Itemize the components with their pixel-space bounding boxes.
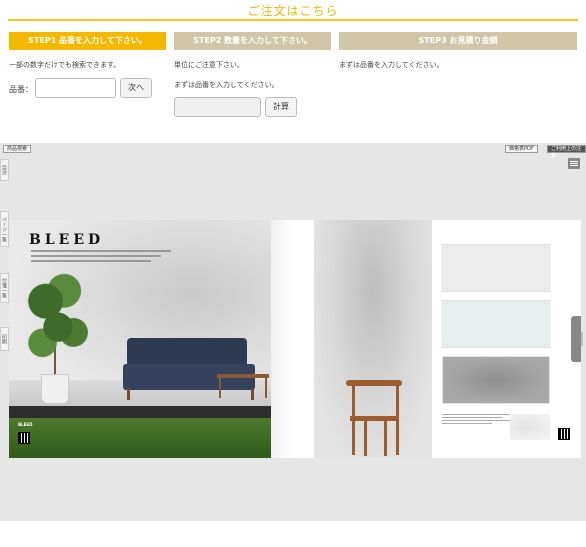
step3-note: まずは品番を入力してください。 bbox=[339, 61, 444, 69]
catalog-left-page: BLEED BLEED bbox=[9, 220, 271, 458]
table-leg bbox=[219, 376, 221, 398]
catalog-body-text bbox=[31, 250, 171, 264]
sofa-leg bbox=[251, 388, 254, 400]
plant-image bbox=[27, 270, 89, 374]
order-title-underline bbox=[8, 19, 578, 21]
chair-leg bbox=[352, 383, 355, 455]
price-pdf-button[interactable]: 価格表PDF bbox=[505, 145, 538, 153]
usage-notice-button[interactable]: ご利用上の注意 bbox=[547, 145, 586, 159]
texture-sample-image bbox=[510, 414, 550, 440]
grass-image bbox=[9, 418, 271, 458]
order-title: ご注文はこちら bbox=[247, 4, 339, 18]
sidetab-print[interactable]: 印刷 bbox=[0, 327, 9, 351]
table-leg bbox=[265, 376, 267, 398]
sidetab-contents[interactable]: 目次 bbox=[0, 159, 9, 181]
chair-leg bbox=[364, 420, 367, 456]
swatch-dark-gray bbox=[442, 356, 550, 404]
sofa-leg bbox=[127, 388, 130, 400]
step2-note-unit: 単位にご注意下さい。 bbox=[174, 61, 244, 69]
part-number-label: 品番： bbox=[9, 85, 33, 94]
menu-icon[interactable] bbox=[568, 158, 580, 169]
quantity-input[interactable] bbox=[174, 97, 261, 117]
catalog-page-title: BLEED bbox=[29, 232, 105, 248]
chair-leg bbox=[396, 383, 399, 455]
catalog-right-page bbox=[292, 220, 581, 458]
product-spec-text bbox=[442, 414, 520, 432]
page-logo-text: BLEED bbox=[18, 422, 33, 427]
part-number-input[interactable] bbox=[35, 78, 116, 98]
swatch-light-gray bbox=[442, 244, 550, 292]
wall-texture-image bbox=[314, 220, 432, 458]
next-button[interactable]: 次へ bbox=[120, 78, 152, 98]
book-gutter bbox=[271, 220, 292, 458]
step2-note-enter-part: まずは品番を入力してください。 bbox=[174, 81, 279, 89]
calculate-button[interactable]: 計算 bbox=[265, 97, 297, 117]
step1-note: 一部の数字だけでも検索できます。 bbox=[9, 61, 121, 69]
page-index-tab[interactable] bbox=[571, 316, 581, 362]
product-search-button[interactable]: 商品検索 bbox=[3, 145, 32, 153]
plant-pot bbox=[41, 374, 69, 404]
coffee-table-image bbox=[217, 374, 269, 378]
qr-code-image bbox=[18, 432, 30, 444]
catalog-viewer: 商品検索 価格表PDF ご利用上の注意 目次 ページ一覧 付箋一覧 印刷 ‹ ›… bbox=[0, 143, 586, 521]
step1-header: STEP1 品番を入力して下さい。 bbox=[9, 32, 166, 50]
sidetab-sticky-list[interactable]: 付箋一覧 bbox=[0, 273, 9, 303]
chair-leg bbox=[384, 420, 387, 456]
qr-code-image bbox=[558, 428, 570, 440]
step3-header: STEP3 お見積り金額 bbox=[339, 32, 577, 50]
swatch-pale-blue bbox=[442, 300, 550, 348]
chair-seat bbox=[350, 416, 398, 421]
step2-header: STEP2 数量を入力して下さい。 bbox=[174, 32, 331, 50]
sidetab-page-list[interactable]: ページ一覧 bbox=[0, 211, 9, 247]
